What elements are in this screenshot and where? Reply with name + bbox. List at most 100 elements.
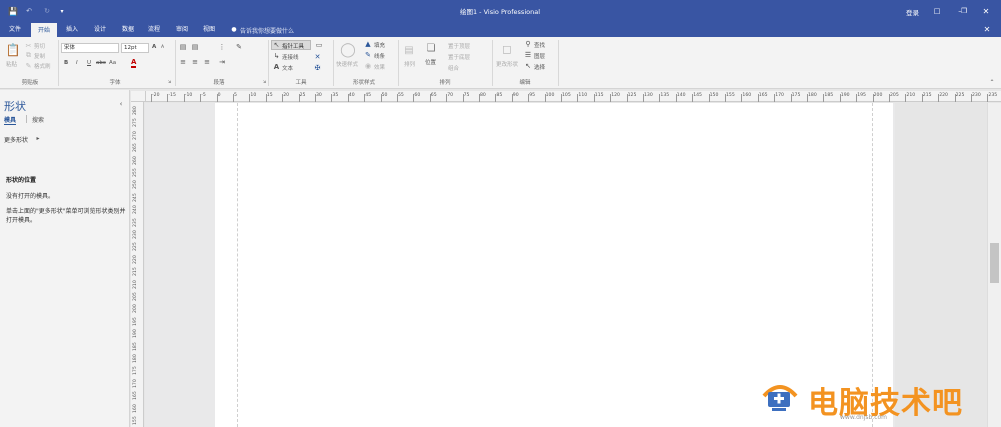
dialog-launcher-icon[interactable]: ⇲ bbox=[167, 79, 172, 84]
ruler-tick-label: 205 bbox=[133, 292, 138, 301]
effects-button[interactable]: 效果 bbox=[374, 63, 385, 71]
group-button[interactable]: 组合 bbox=[448, 64, 459, 72]
vertical-scrollbar[interactable] bbox=[987, 103, 1001, 427]
align-top-icon[interactable]: ▤ bbox=[178, 42, 188, 52]
tools-group-label: 工具 bbox=[295, 80, 307, 86]
ruler-tick-label: 145 bbox=[693, 93, 702, 98]
bullets-icon[interactable]: ⋮ bbox=[217, 42, 227, 52]
page-margin-line bbox=[237, 103, 238, 427]
text-tool-button[interactable]: 文本 bbox=[282, 64, 293, 72]
ruler-tick-label: 250 bbox=[133, 180, 138, 190]
quick-styles-button[interactable]: 快速样式 bbox=[336, 60, 358, 68]
align-left-icon[interactable]: ≡ bbox=[178, 57, 188, 67]
cut-icon: ✂ bbox=[25, 41, 32, 50]
login-link[interactable]: 登录 bbox=[906, 7, 919, 17]
align-right-icon[interactable]: ≡ bbox=[202, 57, 212, 67]
ruler-tick-label: 100 bbox=[545, 93, 555, 98]
ruler-tick-mark bbox=[889, 94, 890, 102]
ruler-tick-mark bbox=[774, 94, 776, 102]
grow-font-button[interactable]: A bbox=[152, 44, 156, 50]
ruler-tick-label: 230 bbox=[972, 93, 981, 98]
strikethrough-button[interactable]: abc bbox=[96, 60, 106, 66]
change-case-button[interactable]: Aa bbox=[109, 60, 116, 66]
ruler-tick-label: 45 bbox=[365, 93, 372, 98]
delete-x-icon[interactable]: ✕ bbox=[313, 52, 322, 61]
indent-icon[interactable]: ⇥ bbox=[217, 57, 227, 67]
align-center-icon[interactable]: ≡ bbox=[190, 57, 200, 67]
tab-search[interactable]: 搜索 bbox=[32, 115, 44, 124]
redo-icon[interactable]: ↻ bbox=[42, 6, 52, 16]
tab-home[interactable]: 开始 bbox=[31, 23, 57, 37]
shrink-font-button[interactable]: A bbox=[161, 45, 164, 50]
connection-point-icon[interactable]: ✠ bbox=[313, 63, 322, 72]
change-shape-button[interactable]: 更改形状 bbox=[496, 60, 518, 68]
tab-insert[interactable]: 插入 bbox=[59, 22, 85, 37]
collapse-ribbon-icon[interactable]: ⌃ bbox=[988, 78, 996, 86]
ruler-tick-label: 165 bbox=[133, 391, 138, 401]
tab-file[interactable]: 文件 bbox=[2, 22, 28, 37]
find-icon: ⚲ bbox=[525, 40, 531, 48]
tab-design[interactable]: 设计 bbox=[87, 22, 113, 37]
paste-button[interactable]: 粘贴 bbox=[6, 60, 17, 68]
ruler-tick-label: -20 bbox=[152, 93, 160, 98]
save-icon[interactable]: 💾 bbox=[8, 6, 18, 16]
collapse-pane-icon[interactable]: ‹ bbox=[117, 100, 125, 108]
ruler-tick-label: 85 bbox=[496, 93, 503, 98]
line-button[interactable]: 线条 bbox=[374, 52, 385, 60]
cut-button[interactable]: 剪切 bbox=[34, 42, 45, 50]
customize-icon[interactable]: ▾ bbox=[58, 6, 66, 16]
paste-icon[interactable]: 📋 bbox=[6, 43, 21, 57]
ruler-tick-mark bbox=[807, 94, 808, 102]
position-button[interactable]: 位置 bbox=[425, 58, 436, 66]
undo-icon[interactable]: ↶ bbox=[24, 6, 34, 16]
rectangle-icon[interactable]: ▭ bbox=[313, 40, 325, 49]
separator bbox=[58, 40, 59, 86]
font-name-select[interactable]: 宋体 bbox=[61, 43, 119, 53]
tell-me-box[interactable]: 告诉我你想要做什么 bbox=[240, 26, 294, 35]
find-button[interactable]: 查找 bbox=[534, 41, 545, 49]
tab-data[interactable]: 数据 bbox=[115, 22, 141, 37]
connector-button[interactable]: 连接线 bbox=[282, 53, 299, 61]
more-shapes-menu[interactable]: 更多形状 bbox=[4, 135, 28, 144]
ruler-tick-label: 260 bbox=[133, 155, 138, 165]
ruler-tick-label: 225 bbox=[955, 93, 965, 98]
stencil-location-heading: 形状的位置 bbox=[6, 177, 37, 184]
close-icon[interactable]: ✕ bbox=[980, 5, 992, 17]
align-middle-icon[interactable]: ▤ bbox=[190, 42, 200, 52]
shape-styles-group-label: 形状样式 bbox=[352, 80, 375, 86]
ruler-tick-mark bbox=[659, 94, 661, 102]
ruler-tick-label: 75 bbox=[463, 93, 470, 98]
copy-button[interactable]: 复制 bbox=[34, 52, 45, 60]
italic-button[interactable]: I bbox=[76, 60, 78, 66]
restore-icon[interactable]: ❐ bbox=[959, 6, 969, 16]
tab-review[interactable]: 审阅 bbox=[169, 22, 195, 37]
ruler-tick-label: 135 bbox=[660, 93, 670, 98]
font-color-button[interactable]: A bbox=[131, 59, 137, 68]
close-ribbon-icon[interactable]: ✕ bbox=[982, 24, 992, 34]
fill-button[interactable]: 填充 bbox=[374, 41, 385, 49]
underline-button[interactable]: U bbox=[87, 60, 91, 66]
tab-stencils[interactable]: 模具 bbox=[4, 115, 17, 125]
bold-button[interactable]: B bbox=[64, 60, 68, 66]
layers-button[interactable]: 图层 bbox=[534, 52, 545, 60]
ribbon-display-icon[interactable]: □ bbox=[932, 6, 942, 16]
ruler-tick-mark bbox=[872, 94, 874, 102]
ruler-tick-mark bbox=[839, 94, 841, 102]
text-direction-icon[interactable]: ✎ bbox=[234, 42, 244, 52]
bring-to-front-button[interactable]: 置于顶层 bbox=[448, 42, 470, 50]
font-size-select[interactable]: 12pt bbox=[121, 43, 149, 53]
ruler-tick-label: -10 bbox=[184, 93, 193, 98]
pointer-icon: ↖ bbox=[273, 41, 280, 49]
select-button[interactable]: 选择 bbox=[534, 63, 545, 71]
watermark-logo bbox=[760, 378, 800, 414]
scrollbar-thumb[interactable] bbox=[990, 243, 999, 283]
chevron-right-icon[interactable]: ▸ bbox=[35, 135, 41, 142]
ruler-tick-label: 185 bbox=[133, 341, 138, 351]
tab-view[interactable]: 视图 bbox=[196, 22, 222, 37]
dialog-launcher-icon[interactable]: ⇲ bbox=[262, 79, 267, 84]
tab-process[interactable]: 流程 bbox=[141, 22, 167, 37]
ruler-tick-mark bbox=[610, 94, 612, 102]
send-to-back-button[interactable]: 置于底层 bbox=[448, 53, 470, 61]
align-shapes-button[interactable]: 排列 bbox=[404, 60, 415, 68]
format-painter-button[interactable]: 格式刷 bbox=[34, 62, 51, 70]
